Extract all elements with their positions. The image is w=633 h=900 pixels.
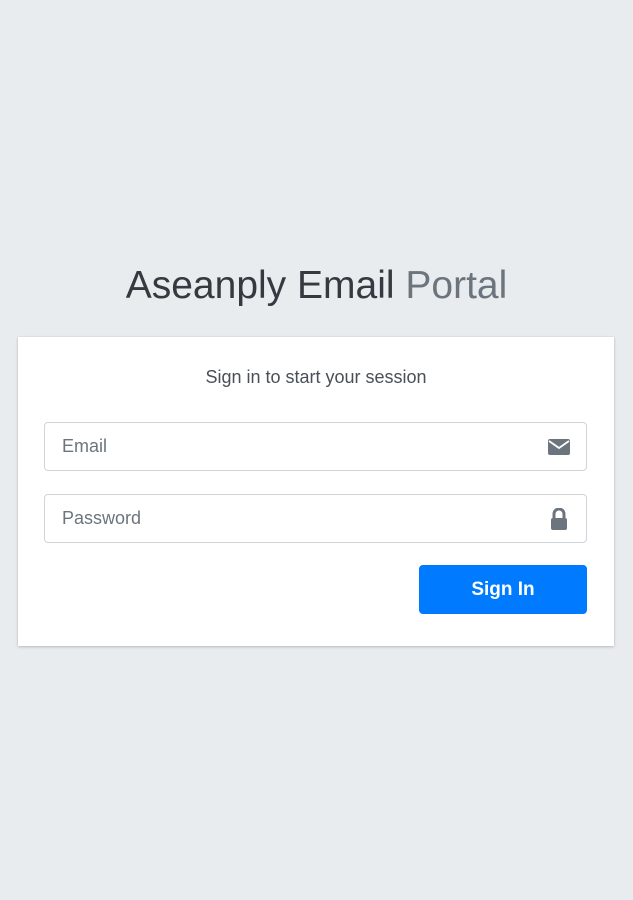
email-input-group xyxy=(44,422,587,471)
lock-icon xyxy=(548,508,570,530)
password-input-group xyxy=(44,494,587,543)
login-title: Aseanply Email Portal xyxy=(0,258,633,314)
login-message: Sign in to start your session xyxy=(205,367,427,387)
envelope-icon xyxy=(548,436,570,458)
password-input[interactable] xyxy=(45,495,542,542)
email-input[interactable] xyxy=(45,423,542,470)
title-brand: Aseanply Email xyxy=(125,264,395,307)
login-card: Sign in to start your session Sign In xyxy=(18,337,614,646)
sign-in-button[interactable]: Sign In xyxy=(419,565,587,614)
title-portal: Portal xyxy=(405,264,508,307)
